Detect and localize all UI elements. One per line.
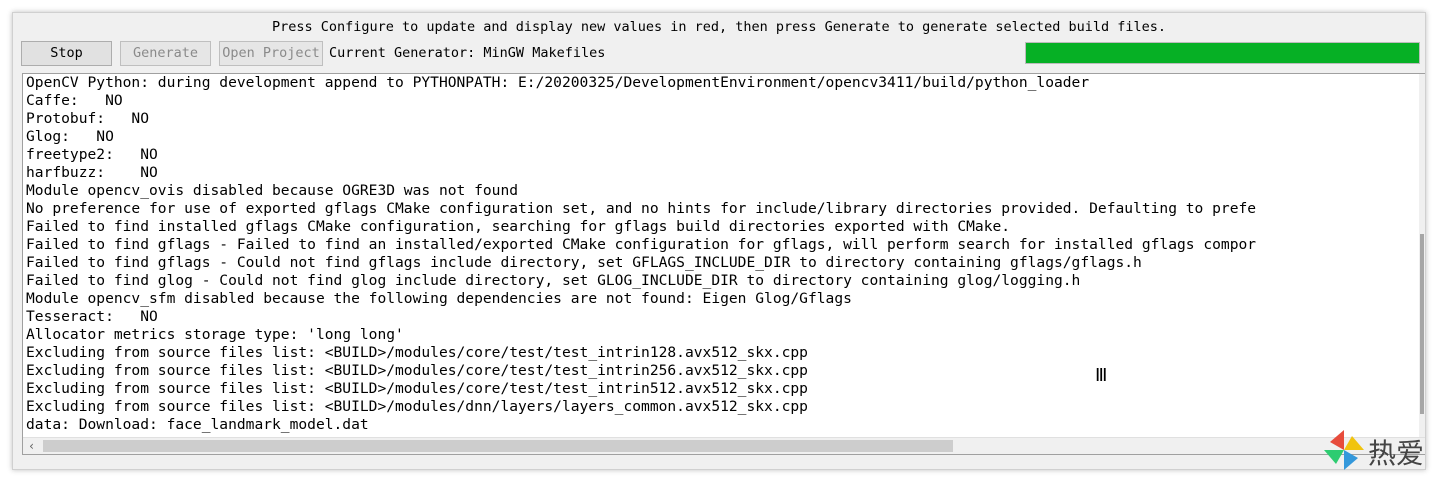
cmake-gui-window: Press Configure to update and display ne… — [12, 12, 1426, 470]
log-line: Excluding from source files list: <BUILD… — [26, 398, 808, 415]
log-line: Failed to find installed gflags CMake co… — [26, 218, 1011, 235]
log-line: OpenCV Python: during development append… — [26, 74, 1090, 91]
toolbar: Stop Generate Open Project Current Gener… — [13, 41, 1425, 69]
watermark-logo: 热爱 — [1322, 424, 1434, 474]
progress-bar — [1025, 42, 1420, 64]
log-line: Failed to find gflags - Failed to find a… — [26, 236, 1257, 253]
watermark-text: 热爱 — [1368, 437, 1425, 470]
log-line: No preference for use of exported gflags… — [26, 200, 1257, 217]
horizontal-scrollbar[interactable]: ‹ — [23, 437, 1425, 454]
log-line: Module opencv_ovis disabled because OGRE… — [26, 182, 519, 199]
stop-button[interactable]: Stop — [21, 41, 112, 66]
log-line: data: Download: face_landmark_model.dat — [26, 416, 369, 433]
log-line: Protobuf: NO — [26, 110, 150, 127]
pinwheel-logo-icon — [1324, 430, 1364, 470]
vertical-scrollbar-thumb[interactable] — [1420, 234, 1424, 414]
log-line: Glog: NO — [26, 128, 114, 145]
log-line: Excluding from source files list: <BUILD… — [26, 344, 808, 361]
generate-button[interactable]: Generate — [120, 41, 211, 66]
text-cursor-icon: Ⅲ — [1095, 365, 1108, 386]
log-line: freetype2: NO — [26, 146, 158, 163]
vertical-scrollbar[interactable] — [1419, 74, 1425, 437]
progress-bar-fill — [1026, 43, 1419, 63]
current-generator-label: Current Generator: MinGW Makefiles — [329, 45, 606, 61]
log-line: Failed to find gflags - Could not find g… — [26, 254, 1142, 271]
horizontal-scrollbar-thumb[interactable] — [43, 440, 953, 452]
log-line: Module opencv_sfm disabled because the f… — [26, 290, 852, 307]
log-line: Tesseract: NO — [26, 308, 158, 325]
log-line: Excluding from source files list: <BUILD… — [26, 362, 808, 379]
log-line: Excluding from source files list: <BUILD… — [26, 380, 808, 397]
chevron-left-icon[interactable]: ‹ — [23, 438, 40, 454]
log-line: Allocator metrics storage type: 'long lo… — [26, 326, 404, 343]
log-line: Failed to find glog - Could not find glo… — [26, 272, 1081, 289]
open-project-button[interactable]: Open Project — [219, 41, 323, 66]
instruction-text: Press Configure to update and display ne… — [271, 19, 1167, 35]
output-log-lines: OpenCV Python: during development append… — [26, 74, 1419, 437]
output-log[interactable]: OpenCV Python: during development append… — [22, 73, 1425, 455]
log-line: harfbuzz: NO — [26, 164, 158, 181]
log-line: Caffe: NO — [26, 92, 123, 109]
